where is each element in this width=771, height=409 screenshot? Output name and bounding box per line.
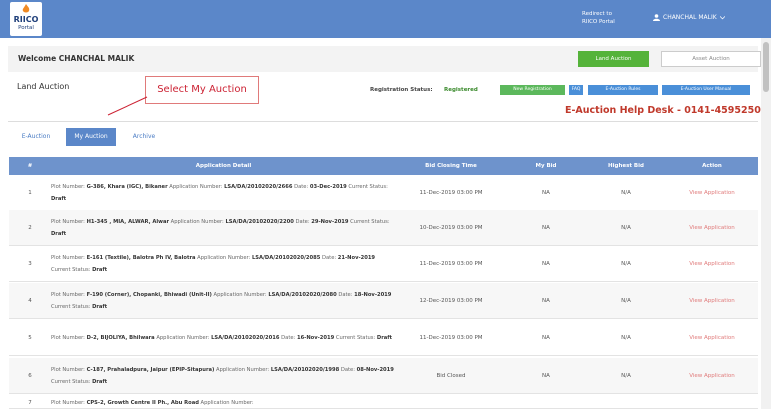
table-row: 2 Plot Number: H1-345 , MIA, ALWAR, Alwar… (9, 210, 758, 246)
my-bid: NA (542, 372, 550, 379)
row-number: 1 (28, 189, 32, 196)
bid-closing-time: 11-Dec-2019 03:00 PM (419, 334, 483, 341)
view-application-link[interactable]: View Application (666, 283, 758, 318)
my-bid: NA (542, 260, 550, 267)
application-detail: Plot Number: F-190 (Corner), Chopanki, B… (51, 291, 392, 310)
application-detail: Plot Number: D-2, BIJOLIYA, Bhilwara App… (51, 334, 393, 341)
column-header-bid-closing-time: Bid Closing Time (425, 163, 477, 169)
column-header-number: # (27, 163, 33, 169)
scrollbar-track[interactable] (761, 38, 771, 409)
highest-bid (586, 397, 666, 408)
view-application-link[interactable]: View Application (666, 320, 758, 355)
table-row: 5 Plot Number: D-2, BIJOLIYA, Bhilwara Ap… (9, 320, 758, 356)
scrollbar-thumb[interactable] (763, 42, 769, 92)
column-header-highest-bid: Highest Bid (608, 163, 644, 169)
view-application-link[interactable]: View Application (666, 175, 758, 210)
redirect-line1: Redirect to (582, 11, 612, 17)
table-row: 3 Plot Number: E-161 (Textile), Balotra P… (9, 246, 758, 282)
riico-logo[interactable]: RIICO Portal (10, 2, 42, 36)
row-number: 5 (28, 334, 32, 341)
my-bid: NA (542, 224, 550, 231)
registration-status-value: Registered (444, 87, 478, 93)
view-application-link[interactable]: View Application (666, 246, 758, 281)
section-title: Land Auction (17, 82, 70, 91)
registration-status-label: Registration Status: (370, 87, 433, 93)
row-number: 7 (28, 399, 32, 406)
new-registration-button[interactable]: New Registration (500, 85, 565, 95)
application-detail: Plot Number: E-161 (Textile), Balotra Ph… (51, 254, 376, 273)
row-number: 4 (28, 297, 32, 304)
row-number: 2 (28, 224, 32, 231)
my-bid (506, 397, 586, 408)
tab-e-auction[interactable]: E-Auction (12, 128, 60, 146)
welcome-text: Welcome CHANCHAL MALIK (18, 54, 135, 63)
logo-subtext: Portal (18, 25, 34, 31)
application-detail: Plot Number: H1-345 , MIA, ALWAR, Alwar … (51, 218, 390, 237)
my-bid: NA (542, 189, 550, 196)
user-name: CHANCHAL MALIK (663, 14, 717, 21)
highest-bid: N/A (621, 372, 631, 379)
chevron-down-icon (719, 16, 725, 20)
column-header-application-detail: Application Detail (195, 163, 252, 169)
highest-bid: N/A (621, 224, 631, 231)
redirect-link[interactable]: Redirect to RIICO Portal (582, 10, 615, 26)
eauction-user-manual-button[interactable]: E-Auction User Manual (662, 85, 750, 95)
logo-text: RIICO (13, 15, 39, 24)
divider (8, 121, 758, 122)
user-icon (653, 14, 660, 21)
bid-closing-time: 10-Dec-2019 03:00 PM (419, 224, 483, 231)
select-my-auction-callout: Select My Auction (145, 76, 259, 104)
application-detail: Plot Number: C-187, Prahaladpura, Jaipur… (51, 366, 394, 385)
user-menu[interactable]: CHANCHAL MALIK (653, 14, 725, 21)
flame-icon (22, 4, 30, 13)
my-bid: NA (542, 297, 550, 304)
eauction-rules-button[interactable]: E-Auction Rules (588, 85, 658, 95)
tab-my-auction[interactable]: My Auction (66, 128, 116, 146)
table-row: 6 Plot Number: C-187, Prahaladpura, Jaipu… (9, 358, 758, 394)
highest-bid: N/A (621, 297, 631, 304)
asset-auction-button[interactable]: Asset Auction (661, 51, 761, 67)
bid-closing-time: 11-Dec-2019 03:00 PM (419, 260, 483, 267)
row-number: 6 (28, 372, 32, 379)
table-row: 7 Plot Number: CPS-2, Growth Centre II Ph… (9, 397, 758, 409)
application-detail: Plot Number: G-386, Khara (IGC), Bikaner… (51, 183, 388, 202)
bid-closing-time (396, 397, 506, 408)
bid-closing-time: 11-Dec-2019 03:00 PM (419, 189, 483, 196)
view-application-link[interactable]: View Application (666, 210, 758, 245)
application-detail: Plot Number: CPS-2, Growth Centre II Ph.… (51, 399, 254, 406)
tab-archive[interactable]: Archive (124, 128, 164, 146)
callout-arrow (107, 96, 148, 116)
redirect-line2: RIICO Portal (582, 19, 615, 25)
land-auction-button[interactable]: Land Auction (578, 51, 649, 67)
view-application-link[interactable]: View Application (666, 358, 758, 393)
table-header: # Application Detail Bid Closing Time My… (9, 157, 758, 175)
highest-bid: N/A (621, 260, 631, 267)
row-number: 3 (28, 260, 32, 267)
column-header-my-bid: My Bid (535, 163, 557, 169)
my-bid: NA (542, 334, 550, 341)
view-application-link[interactable] (666, 397, 758, 408)
welcome-bar: Welcome CHANCHAL MALIK Land Auction Asse… (8, 46, 761, 72)
faq-button[interactable]: FAQ (569, 85, 583, 95)
highest-bid: N/A (621, 189, 631, 196)
top-navbar: RIICO Portal Redirect to RIICO Portal CH… (0, 0, 771, 38)
table-row: 1 Plot Number: G-386, Khara (IGC), Bikane… (9, 175, 758, 211)
bid-closing-time: Bid Closed (436, 372, 466, 379)
highest-bid: N/A (621, 334, 631, 341)
bid-closing-time: 12-Dec-2019 03:00 PM (419, 297, 483, 304)
column-header-action: Action (702, 163, 722, 169)
helpdesk-text: E-Auction Help Desk - 0141-4595250 (565, 105, 761, 116)
table-row: 4 Plot Number: F-190 (Corner), Chopanki, … (9, 283, 758, 319)
